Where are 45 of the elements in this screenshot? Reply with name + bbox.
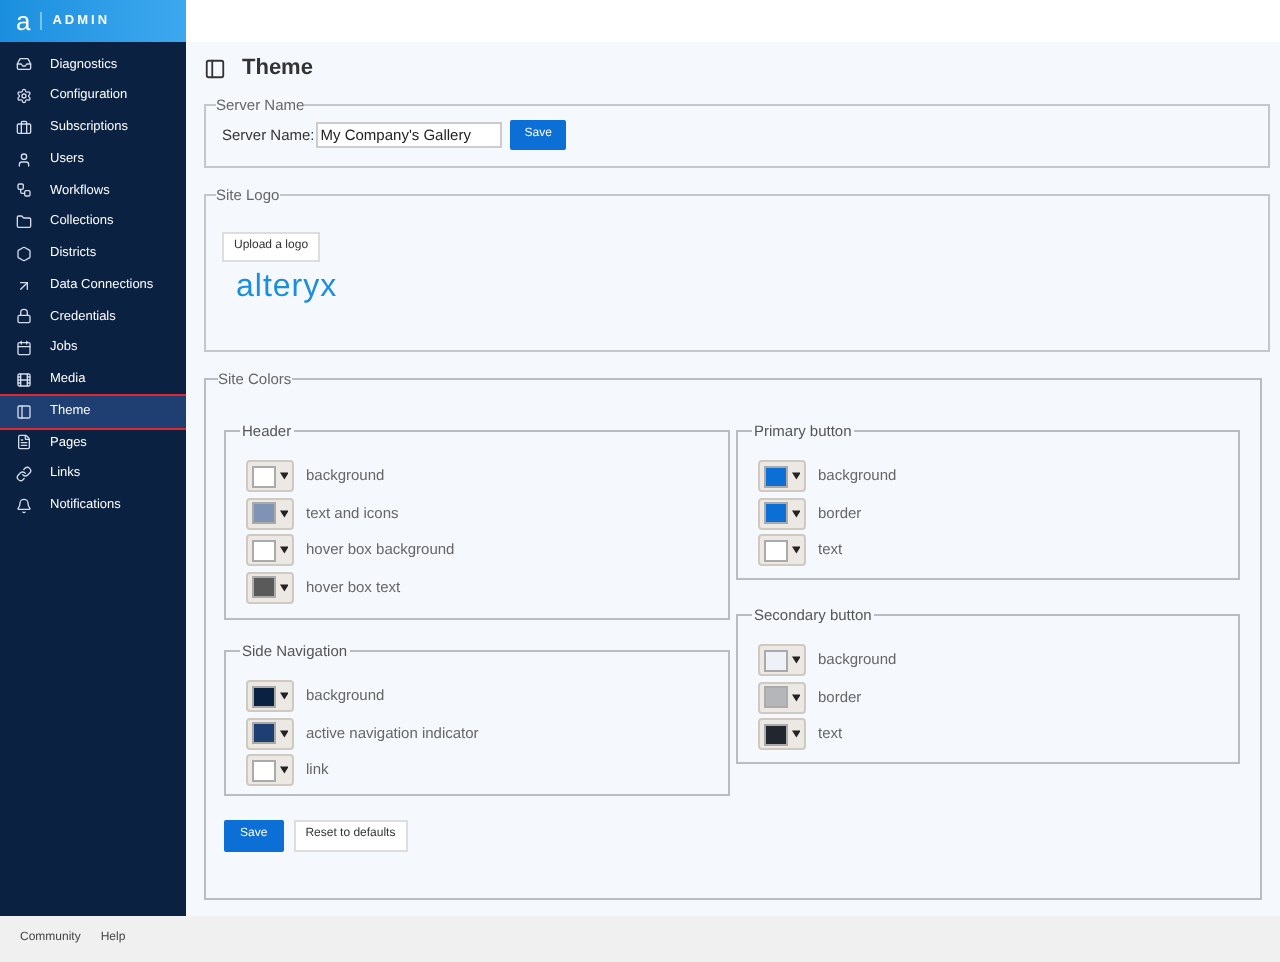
color-picker[interactable] (246, 717, 294, 749)
caret-icon (791, 472, 800, 480)
caret-icon (279, 472, 288, 480)
caret-icon (791, 509, 800, 517)
color-picker[interactable] (758, 718, 806, 750)
caret-icon (279, 583, 288, 591)
color-picker[interactable] (758, 644, 806, 676)
calendar-icon (16, 340, 32, 357)
lock-icon (16, 308, 32, 325)
page-title: Theme (242, 53, 313, 84)
workflow-icon (16, 182, 32, 199)
inbox-icon (16, 56, 32, 73)
color-picker[interactable] (246, 534, 294, 566)
panel-icon (204, 57, 226, 79)
panel-icon (16, 403, 32, 420)
arrow-icon (16, 277, 32, 294)
logo: alteryx (236, 271, 340, 303)
caret-icon (279, 729, 288, 737)
caret-icon (791, 693, 800, 701)
color-picker[interactable] (246, 754, 294, 786)
caret-icon (279, 509, 288, 517)
caret-icon (791, 730, 800, 738)
color-picker[interactable] (246, 497, 294, 529)
user-icon (16, 151, 32, 168)
bell-icon (16, 497, 32, 514)
hexagon-icon (16, 245, 32, 262)
film-icon (16, 371, 32, 388)
color-picker[interactable] (758, 460, 806, 492)
caret-icon (791, 656, 800, 664)
caret-icon (279, 546, 288, 554)
color-picker[interactable] (758, 534, 806, 566)
color-picker[interactable] (246, 460, 294, 492)
color-picker[interactable] (246, 680, 294, 712)
folder-icon (16, 214, 32, 231)
caret-icon (791, 546, 800, 554)
color-picker[interactable] (246, 571, 294, 603)
color-picker[interactable] (758, 497, 806, 529)
brand-letter: a (16, 8, 31, 34)
gear-icon (16, 88, 32, 105)
page-icon (16, 434, 32, 451)
caret-icon (279, 766, 288, 774)
link-icon (16, 466, 32, 483)
briefcase-icon (16, 119, 32, 136)
caret-icon (279, 692, 288, 700)
color-picker[interactable] (758, 681, 806, 713)
